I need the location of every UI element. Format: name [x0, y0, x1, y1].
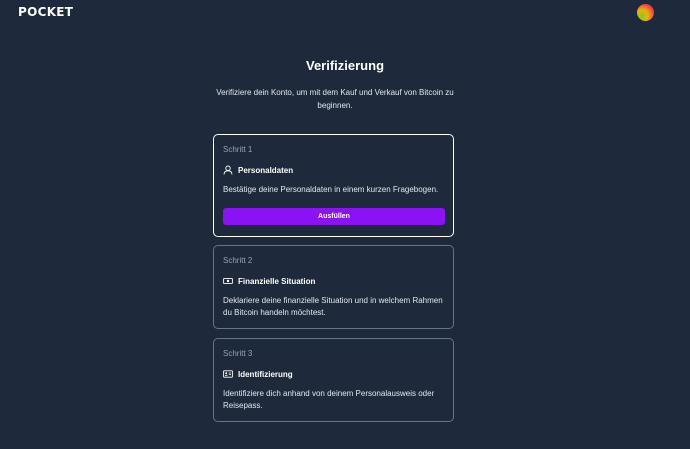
step-card-identifizierung[interactable]: Schritt 3 Identifizierung Identifiziere … [213, 338, 454, 422]
step-heading: Personaldaten [223, 165, 293, 175]
top-bar: POCKET [0, 0, 690, 26]
step-description: Deklariere deine finanzielle Situation u… [223, 296, 443, 317]
step-title: Identifizierung [238, 369, 293, 379]
logo[interactable]: POCKET [18, 5, 73, 19]
page-subtitle: Verifiziere dein Konto, um mit dem Kauf … [216, 88, 454, 110]
page-title: Verifizierung [305, 58, 385, 73]
step-card-personaldaten: Schritt 1 Personaldaten Bestätige deine … [213, 134, 454, 237]
step-title: Personaldaten [238, 165, 294, 175]
user-avatar[interactable] [637, 4, 654, 21]
money-icon [223, 277, 233, 285]
fill-out-button[interactable]: Ausfüllen [223, 208, 445, 225]
step-heading: Identifizierung [223, 369, 293, 379]
step-card-finanzielle-situation[interactable]: Schritt 2 Finanzielle Situation Deklarie… [213, 245, 454, 329]
step-description: Bestätige deine Personaldaten in einem k… [223, 185, 439, 194]
step-heading: Finanzielle Situation [223, 276, 315, 286]
user-icon [223, 165, 233, 175]
step-label: Schritt 3 [223, 349, 253, 358]
step-label: Schritt 1 [223, 145, 253, 154]
step-title: Finanzielle Situation [238, 276, 316, 286]
step-description: Identifiziere dich anhand von deinem Per… [223, 389, 435, 410]
step-label: Schritt 2 [223, 256, 253, 265]
id-card-icon [223, 370, 233, 378]
